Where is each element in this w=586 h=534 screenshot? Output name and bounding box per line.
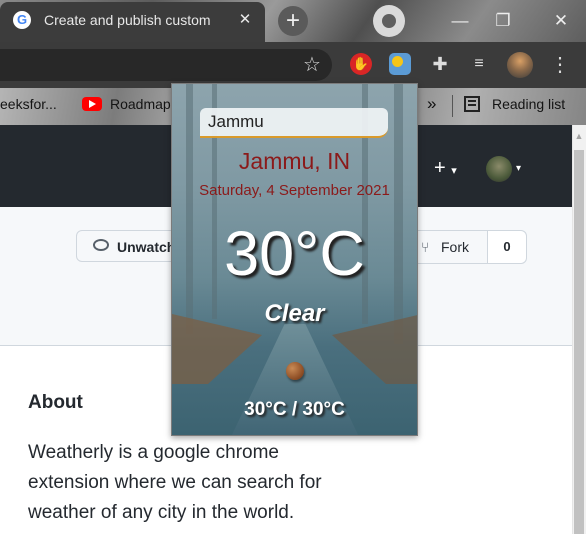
fork-label: Fork	[441, 239, 469, 255]
github-user-avatar[interactable]	[486, 156, 512, 182]
bookmark-geeksforgeeks[interactable]: eeksfor...	[0, 96, 57, 112]
weather-date: Saturday, 4 September 2021	[199, 182, 390, 199]
youtube-icon	[82, 97, 102, 111]
bookmark-star-icon[interactable]: ☆	[300, 52, 324, 78]
scrollbar-thumb[interactable]	[574, 150, 584, 534]
close-window-button[interactable]: ✕	[549, 9, 573, 33]
weather-condition: Clear	[264, 300, 325, 327]
bookmarks-divider	[452, 95, 453, 117]
google-favicon-icon: G	[13, 11, 31, 29]
tab-search-icon	[382, 14, 396, 28]
weather-extension-icon[interactable]	[389, 53, 411, 75]
scroll-up-arrow-icon[interactable]: ▲	[573, 131, 585, 141]
extensions-puzzle-icon[interactable]: ✚	[429, 53, 451, 75]
tab-close-icon[interactable]: ✕	[235, 10, 255, 30]
fork-icon: ⑂	[421, 239, 430, 255]
weather-location: Jammu, IN	[238, 148, 351, 174]
tab-title: Create and publish custom	[44, 12, 211, 28]
minimize-button[interactable]: —	[448, 9, 472, 33]
address-bar[interactable]	[0, 49, 332, 81]
bookmark-roadmap[interactable]: Roadmap	[110, 96, 171, 112]
weather-popup: Jammu, IN Saturday, 4 September 2021 30°…	[171, 83, 418, 436]
create-new-menu[interactable]: + ▾	[434, 157, 457, 180]
restore-button[interactable]: ❐	[491, 9, 515, 33]
unwatch-label: Unwatch	[117, 239, 176, 255]
fork-count[interactable]: 0	[488, 231, 526, 263]
reading-list-label[interactable]: Reading list	[492, 96, 565, 112]
about-description: Weatherly is a google chrome extension w…	[28, 442, 322, 523]
weather-condition-icon	[286, 362, 304, 380]
current-temperature: 30°C	[224, 219, 365, 289]
profile-avatar[interactable]	[507, 52, 533, 78]
eye-icon	[93, 239, 109, 251]
bookmarks-overflow-button[interactable]: »	[427, 94, 436, 114]
reading-list-icon[interactable]	[464, 96, 480, 112]
city-search-input[interactable]	[200, 108, 388, 138]
browser-menu-icon[interactable]: ⋮	[550, 52, 570, 78]
media-controls-icon[interactable]: ≡	[468, 53, 490, 75]
about-heading: About	[28, 392, 83, 413]
min-max-temperature: 30°C / 30°C	[244, 399, 345, 420]
fork-button[interactable]: ⑂ Fork 0	[406, 230, 527, 264]
new-tab-button[interactable]: +	[278, 6, 308, 36]
chevron-down-icon[interactable]: ▾	[516, 163, 521, 174]
background-tree	[186, 84, 193, 334]
tab-search-button[interactable]	[373, 5, 405, 37]
adblock-extension-icon[interactable]: ✋	[350, 53, 372, 75]
unwatch-button[interactable]: Unwatch	[76, 230, 186, 262]
